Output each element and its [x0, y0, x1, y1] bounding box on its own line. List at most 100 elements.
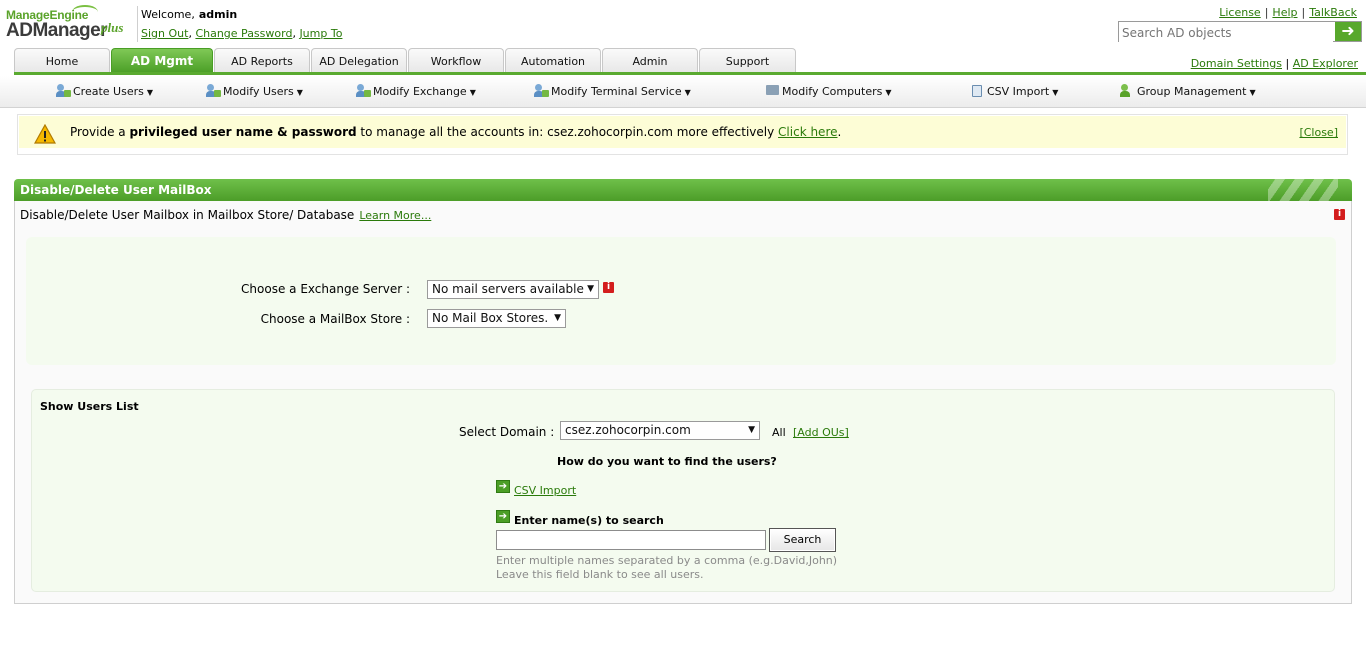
- names-search-field: [496, 530, 766, 551]
- notice-suffix: .: [837, 125, 842, 139]
- menu-create-users[interactable]: Create Users ▼: [56, 84, 153, 98]
- tab-ad-mgmt[interactable]: AD Mgmt: [111, 48, 213, 73]
- domain-links: Domain Settings | AD Explorer: [1190, 57, 1358, 70]
- terminal-service-icon: [534, 84, 550, 98]
- tab-underline: [14, 72, 1366, 75]
- jump-to-link[interactable]: Jump To: [299, 27, 342, 40]
- warning-icon: [34, 124, 56, 144]
- welcome-label: Welcome,: [141, 8, 195, 21]
- computer-icon: [765, 84, 781, 98]
- domain-select[interactable]: csez.zohocorpin.com ▼: [560, 421, 760, 440]
- csv-import-link[interactable]: CSV Import: [514, 484, 576, 497]
- mailbox-store-select[interactable]: No Mail Box Stores. ▼: [427, 309, 566, 328]
- menu-label: Group Management: [1137, 85, 1247, 98]
- domain-settings-link[interactable]: Domain Settings: [1191, 57, 1282, 70]
- change-password-link[interactable]: Change Password: [195, 27, 292, 40]
- all-ous-label: All: [772, 426, 786, 439]
- notice-text: Provide a privileged user name & passwor…: [70, 125, 841, 139]
- sub-menu-bar: Create Users ▼ Modify Users ▼ Modify Excha…: [0, 76, 1366, 108]
- top-links: License | Help | TalkBack: [1219, 6, 1357, 19]
- search-go-arrow-icon[interactable]: ➜: [1335, 22, 1361, 41]
- caret-down-icon: ▼: [296, 88, 303, 97]
- caret-down-icon: ▼: [146, 88, 154, 97]
- tab-home[interactable]: Home: [14, 48, 110, 72]
- find-users-question: How do you want to find the users?: [557, 455, 777, 468]
- panel-subtitle: Disable/Delete User Mailbox in Mailbox S…: [20, 208, 431, 222]
- menu-label: Modify Exchange: [373, 85, 467, 98]
- header-divider: [137, 6, 138, 42]
- logo-edition: plus: [101, 20, 124, 35]
- tab-admin[interactable]: Admin: [602, 48, 698, 72]
- notice-prefix: Provide a: [70, 125, 130, 139]
- caret-down-icon: ▼: [1052, 88, 1059, 97]
- menu-modify-exchange[interactable]: Modify Exchange ▼: [356, 84, 476, 98]
- ad-explorer-link[interactable]: AD Explorer: [1293, 57, 1358, 70]
- sign-out-link[interactable]: Sign Out: [141, 27, 188, 40]
- license-link[interactable]: License: [1219, 6, 1260, 19]
- click-here-link[interactable]: Click here: [778, 125, 837, 139]
- app-logo: ManageEngine ADManager plus: [6, 5, 134, 46]
- search-ad-objects-input[interactable]: [1119, 23, 1333, 43]
- caret-down-icon: ▼: [684, 88, 691, 97]
- close-notice-link[interactable]: [Close]: [1299, 126, 1338, 139]
- info-icon[interactable]: i: [1334, 209, 1345, 220]
- learn-more-link[interactable]: Learn More...: [359, 209, 431, 222]
- exchange-server-select[interactable]: No mail servers available ▼: [427, 280, 599, 299]
- exchange-server-label: Choose a Exchange Server :: [241, 282, 410, 296]
- caret-down-icon: ▼: [1249, 88, 1256, 97]
- mailbox-store-label: Choose a MailBox Store :: [260, 312, 410, 326]
- enter-names-label: Enter name(s) to search: [514, 514, 664, 527]
- user-links: Sign Out, Change Password, Jump To: [141, 27, 343, 40]
- mailbox-form: [26, 237, 1336, 365]
- tab-ad-delegation[interactable]: AD Delegation: [311, 48, 407, 72]
- show-users-title: Show Users List: [40, 400, 139, 413]
- names-search-input[interactable]: [497, 532, 765, 551]
- menu-label: Modify Computers: [782, 85, 883, 98]
- menu-label: Create Users: [73, 85, 144, 98]
- chevron-down-icon: ▼: [748, 425, 755, 435]
- tab-support[interactable]: Support: [699, 48, 796, 72]
- caret-down-icon: ▼: [469, 88, 476, 97]
- menu-label: Modify Terminal Service: [551, 85, 682, 98]
- modify-exchange-icon: [356, 84, 372, 98]
- notice-bold: privileged user name & password: [129, 125, 357, 139]
- welcome-text: Welcome, admin: [141, 8, 237, 21]
- chevron-down-icon: ▼: [587, 284, 594, 294]
- panel-title: Disable/Delete User MailBox: [20, 183, 212, 197]
- help-link[interactable]: Help: [1272, 6, 1297, 19]
- search-hint-blank: Leave this field blank to see all users.: [496, 568, 704, 581]
- search-box: ➜: [1118, 21, 1362, 43]
- menu-modify-computers[interactable]: Modify Computers ▼: [765, 84, 892, 98]
- subtitle-text: Disable/Delete User Mailbox in Mailbox S…: [20, 208, 355, 222]
- notice-middle: to manage all the accounts in: csez.zoho…: [356, 125, 779, 139]
- logo-product: ADManager: [6, 20, 108, 41]
- search-button[interactable]: Search: [769, 528, 836, 552]
- panel-header: Disable/Delete User MailBox: [14, 179, 1352, 201]
- caret-down-icon: ▼: [885, 88, 892, 97]
- enter-names-arrow-icon: ➔: [496, 510, 510, 523]
- tab-automation[interactable]: Automation: [505, 48, 601, 72]
- menu-csv-import[interactable]: CSV Import ▼: [970, 84, 1058, 98]
- menu-label: CSV Import: [987, 85, 1050, 98]
- group-icon: [1120, 84, 1136, 98]
- menu-label: Modify Users: [223, 85, 294, 98]
- modify-users-icon: [206, 84, 222, 98]
- talkback-link[interactable]: TalkBack: [1309, 6, 1357, 19]
- search-hint-multiple: Enter multiple names separated by a comm…: [496, 554, 838, 567]
- header-stripes: [1268, 179, 1338, 201]
- chevron-down-icon: ▼: [554, 313, 561, 323]
- add-ous-link[interactable]: [Add OUs]: [793, 426, 849, 439]
- exchange-info-icon[interactable]: i: [603, 282, 614, 293]
- csv-import-icon: [970, 84, 986, 98]
- username: admin: [198, 8, 238, 21]
- menu-modify-terminal-service[interactable]: Modify Terminal Service ▼: [534, 84, 691, 98]
- menu-group-management[interactable]: Group Management ▼: [1120, 84, 1256, 98]
- domain-value: csez.zohocorpin.com: [565, 423, 691, 437]
- notice-banner: Provide a privileged user name & passwor…: [17, 114, 1348, 155]
- csv-arrow-icon: ➔: [496, 480, 510, 493]
- create-users-icon: [56, 84, 72, 98]
- menu-modify-users[interactable]: Modify Users ▼: [206, 84, 303, 98]
- tab-ad-reports[interactable]: AD Reports: [214, 48, 310, 72]
- tab-workflow[interactable]: Workflow: [408, 48, 504, 72]
- exchange-server-value: No mail servers available: [432, 282, 584, 296]
